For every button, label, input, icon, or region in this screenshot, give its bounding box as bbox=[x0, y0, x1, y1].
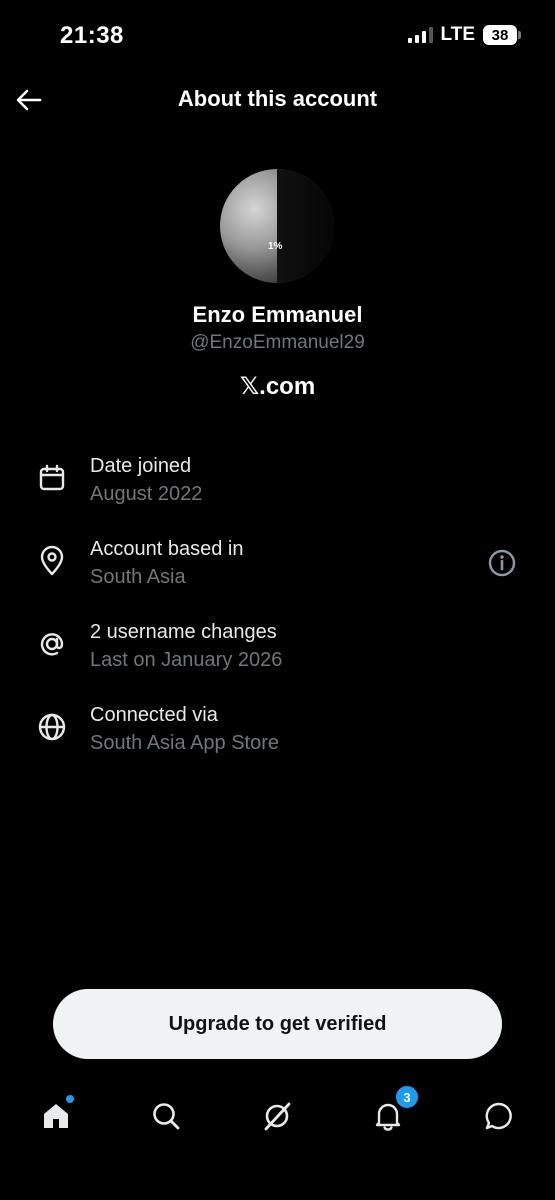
calendar-icon bbox=[39, 464, 65, 491]
notification-badge: 3 bbox=[394, 1084, 420, 1110]
location-pin-icon bbox=[40, 545, 64, 576]
x-logo-icon: 𝕏 bbox=[239, 372, 260, 400]
tab-notifications[interactable]: 3 bbox=[368, 1084, 420, 1136]
info-value: South Asia App Store bbox=[90, 732, 280, 754]
search-icon bbox=[153, 1103, 180, 1130]
tab-home[interactable] bbox=[36, 1095, 76, 1136]
avatar[interactable]: 1% bbox=[220, 169, 334, 283]
header: About this account bbox=[0, 78, 555, 122]
battery-icon: 38 bbox=[483, 25, 521, 45]
notification-dot bbox=[66, 1095, 74, 1103]
info-label: 2 username changes bbox=[90, 621, 277, 643]
globe-icon bbox=[38, 713, 66, 741]
tab-grok[interactable] bbox=[257, 1096, 297, 1136]
info-label: Account based in bbox=[90, 538, 244, 560]
info-date-joined: Date joined August 2022 bbox=[0, 448, 555, 518]
status-indicators: LTE 38 bbox=[407, 24, 521, 46]
tab-messages[interactable] bbox=[479, 1096, 519, 1136]
info-label: Connected via bbox=[90, 704, 218, 726]
info-connected-via: Connected via South Asia App Store bbox=[0, 697, 555, 767]
info-circle-icon[interactable] bbox=[487, 548, 517, 578]
info-value: August 2022 bbox=[90, 483, 203, 505]
site-link[interactable]: 𝕏.com bbox=[0, 372, 555, 401]
info-username-changes: 2 username changes Last on January 2026 bbox=[0, 614, 555, 684]
profile-handle: @EnzoEmmanuel29 bbox=[190, 332, 365, 353]
status-bar: 21:38 LTE 38 bbox=[0, 0, 555, 70]
home-icon bbox=[44, 1104, 68, 1128]
info-value: Last on January 2026 bbox=[90, 649, 283, 671]
status-time: 21:38 bbox=[60, 22, 124, 49]
grok-icon bbox=[264, 1102, 291, 1131]
network-type: LTE bbox=[440, 24, 475, 45]
tab-search[interactable] bbox=[146, 1096, 186, 1136]
site-suffix: .com bbox=[259, 373, 316, 400]
info-value: South Asia bbox=[90, 566, 186, 588]
info-label: Date joined bbox=[90, 455, 192, 477]
info-account-based: Account based in South Asia bbox=[0, 531, 555, 601]
page-title: About this account bbox=[177, 86, 378, 111]
battery-level: 38 bbox=[491, 26, 509, 44]
profile-name: Enzo Emmanuel bbox=[192, 302, 363, 327]
at-sign-icon bbox=[40, 633, 64, 656]
chat-bubble-icon bbox=[485, 1102, 512, 1130]
upgrade-verified-button[interactable]: Upgrade to get verified bbox=[53, 989, 502, 1059]
signal-icon bbox=[407, 27, 433, 43]
bottom-tab-bar: 3 bbox=[0, 1080, 555, 1152]
avatar-mark: 1% bbox=[268, 241, 283, 252]
